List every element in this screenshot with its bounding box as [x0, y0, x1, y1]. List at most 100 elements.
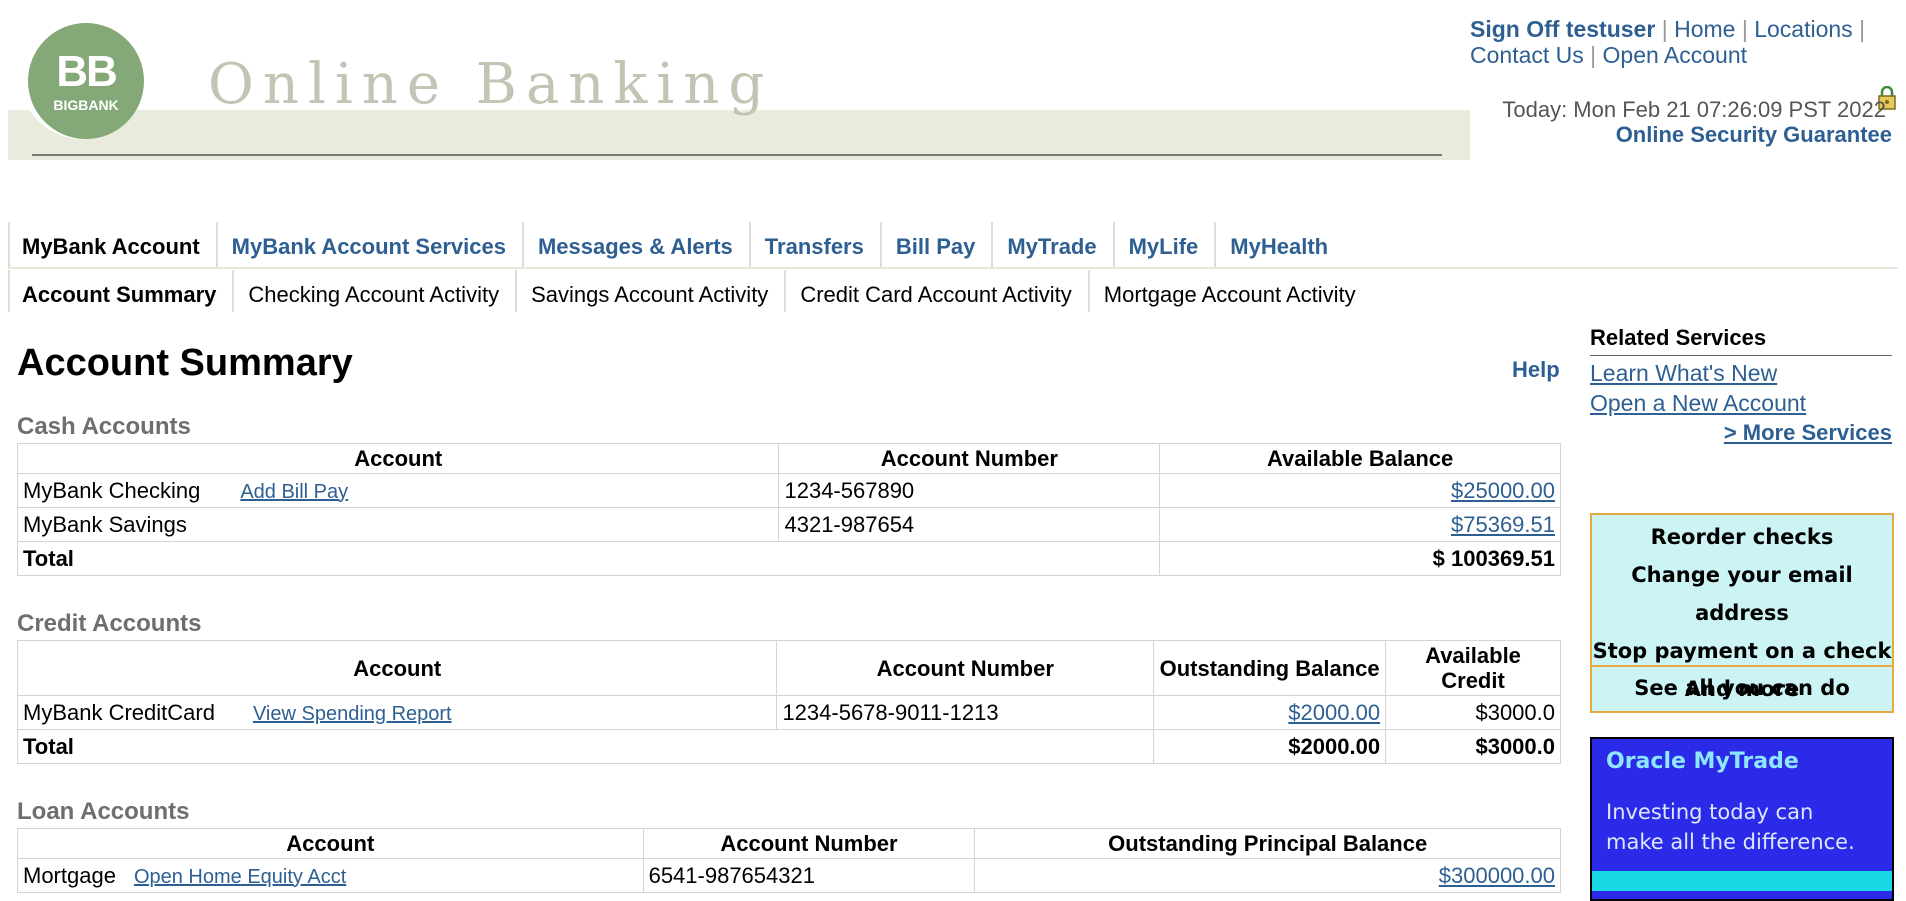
outstanding-cell: $2000.00 [1153, 695, 1387, 730]
sign-off-link[interactable]: Sign Off testuser [1470, 16, 1655, 42]
total-value: $ 100369.51 [1159, 541, 1561, 576]
locations-link[interactable]: Locations [1754, 16, 1852, 42]
tab-mylife[interactable]: MyLife [1112, 222, 1215, 267]
tab-myhealth[interactable]: MyHealth [1214, 222, 1344, 267]
account-cell: MyBank CreditCard View Spending Report [16, 695, 778, 730]
services-promo[interactable]: Reorder checks Change your email address… [1590, 513, 1894, 713]
promo-line[interactable]: Change your email address [1592, 556, 1892, 632]
subtab-credit-card-activity[interactable]: Credit Card Account Activity [784, 270, 1087, 312]
column-header-available-balance: Available Balance [1159, 443, 1561, 474]
column-header-account: Account [17, 828, 644, 859]
contact-us-link[interactable]: Contact Us [1470, 42, 1584, 68]
logo-letters: BB [56, 47, 118, 96]
site-title: Online Banking [208, 52, 774, 117]
logo-disc: BB BIGBANK [28, 23, 144, 139]
tab-bill-pay[interactable]: Bill Pay [879, 222, 991, 267]
total-outstanding: $2000.00 [1153, 729, 1387, 764]
security-guarantee-link[interactable]: Online Security Guarantee [1616, 122, 1892, 148]
subtab-mortgage-activity[interactable]: Mortgage Account Activity [1087, 270, 1372, 312]
total-available: $3000.0 [1385, 729, 1561, 764]
loan-accounts-heading: Loan Accounts [17, 798, 190, 825]
open-home-equity-link[interactable]: Open Home Equity Acct [134, 866, 346, 888]
account-number: 6541-987654321 [642, 858, 976, 893]
loan-accounts-table: Account Account Number Outstanding Princ… [17, 828, 1561, 893]
bigbank-logo[interactable]: BB BIGBANK [20, 15, 144, 139]
total-row: Total $2000.00 $3000.0 [16, 729, 1561, 764]
total-row: Total $ 100369.51 [16, 541, 1561, 576]
cash-accounts-table: Account Account Number Available Balance… [16, 443, 1561, 576]
ad-title: Oracle MyTrade [1606, 749, 1799, 774]
tab-transfers[interactable]: Transfers [748, 222, 880, 267]
header-banner: BB BIGBANK Online Banking [8, 0, 1470, 160]
subtab-savings-activity[interactable]: Savings Account Activity [515, 270, 784, 312]
main-nav: MyBank Account MyBank Account Services M… [8, 222, 1898, 269]
column-header-account: Account [16, 443, 780, 474]
principal-cell: $300000.00 [974, 858, 1561, 893]
link-separator: | [1859, 16, 1866, 42]
see-all-link[interactable]: See all you can do [1592, 665, 1892, 711]
link-separator: | [1661, 16, 1668, 42]
account-name: MyBank CreditCard [23, 699, 215, 725]
account-cell: MyBank Savings [16, 507, 780, 542]
column-header-account-number: Account Number [778, 443, 1161, 474]
link-separator: | [1741, 16, 1748, 42]
column-header-principal-balance: Outstanding Principal Balance [974, 828, 1561, 859]
top-links: Sign Off testuser | Home | Locations | C… [1470, 16, 1900, 68]
home-link[interactable]: Home [1674, 16, 1735, 42]
add-bill-pay-link[interactable]: Add Bill Pay [240, 481, 348, 503]
tab-messages-alerts[interactable]: Messages & Alerts [521, 222, 749, 267]
table-header-row: Account Account Number Available Balance [16, 443, 1561, 474]
column-header-account: Account [16, 640, 778, 696]
credit-outstanding-link[interactable]: $2000.00 [1288, 700, 1380, 725]
table-header-row: Account Account Number Outstanding Balan… [16, 640, 1561, 696]
more-services-link[interactable]: > More Services [1590, 420, 1892, 446]
checking-balance-link[interactable]: $25000.00 [1451, 478, 1555, 503]
tab-mybank-account[interactable]: MyBank Account [8, 222, 216, 267]
account-number: 1234-567890 [778, 473, 1161, 508]
savings-balance-link[interactable]: $75369.51 [1451, 512, 1555, 537]
tab-mytrade[interactable]: MyTrade [991, 222, 1112, 267]
view-spending-report-link[interactable]: View Spending Report [253, 703, 452, 725]
mortgage-balance-link[interactable]: $300000.00 [1439, 863, 1555, 888]
table-row: Mortgage Open Home Equity Acct 6541-98765… [17, 858, 1561, 893]
open-account-link[interactable]: Open Account [1603, 42, 1748, 68]
total-label: Total [16, 729, 1155, 764]
banner-band [8, 110, 1470, 160]
ad-text: Investing today can make all the differe… [1606, 800, 1855, 854]
cash-accounts-heading: Cash Accounts [17, 413, 191, 440]
subtab-checking-activity[interactable]: Checking Account Activity [232, 270, 515, 312]
oracle-mytrade-ad[interactable]: Oracle MyTrade Investing today can make … [1590, 737, 1894, 901]
link-separator: | [1590, 42, 1597, 68]
table-row: MyBank CreditCard View Spending Report 12… [16, 695, 1561, 730]
available-credit: $3000.0 [1385, 695, 1561, 730]
page-title: Account Summary [17, 342, 353, 384]
table-header-row: Account Account Number Outstanding Princ… [17, 828, 1561, 859]
credit-accounts-heading: Credit Accounts [17, 610, 202, 637]
help-link[interactable]: Help [1512, 357, 1560, 383]
banner-rule [32, 154, 1442, 156]
credit-accounts-table: Account Account Number Outstanding Balan… [16, 640, 1561, 764]
learn-whats-new-link[interactable]: Learn What's New [1590, 361, 1892, 386]
tab-mybank-account-services[interactable]: MyBank Account Services [215, 222, 522, 267]
logo-name: BIGBANK [53, 97, 119, 113]
table-row: MyBank Savings 4321-987654 $75369.51 [16, 507, 1561, 542]
ad-bar [1592, 871, 1892, 891]
account-name: Mortgage [23, 862, 116, 888]
today-date: Today: Mon Feb 21 07:26:09 PST 2022 [1502, 97, 1886, 122]
account-cell: MyBank Checking Add Bill Pay [16, 473, 780, 508]
account-name: MyBank Savings [23, 511, 187, 537]
subtab-account-summary[interactable]: Account Summary [8, 270, 232, 312]
open-new-account-link[interactable]: Open a New Account [1590, 391, 1892, 416]
total-label: Total [16, 541, 1161, 576]
account-number: 4321-987654 [778, 507, 1161, 542]
related-services: Related Services Learn What's New Open a… [1590, 325, 1892, 446]
column-header-outstanding-balance: Outstanding Balance [1153, 640, 1387, 696]
column-header-account-number: Account Number [776, 640, 1155, 696]
promo-line[interactable]: Reorder checks [1592, 518, 1892, 556]
account-number: 1234-5678-9011-1213 [776, 695, 1155, 730]
account-cell: Mortgage Open Home Equity Acct [17, 858, 644, 893]
balance-cell: $25000.00 [1159, 473, 1561, 508]
table-row: MyBank Checking Add Bill Pay 1234-567890 … [16, 473, 1561, 508]
sub-nav: Account Summary Checking Account Activit… [8, 270, 1898, 312]
balance-cell: $75369.51 [1159, 507, 1561, 542]
